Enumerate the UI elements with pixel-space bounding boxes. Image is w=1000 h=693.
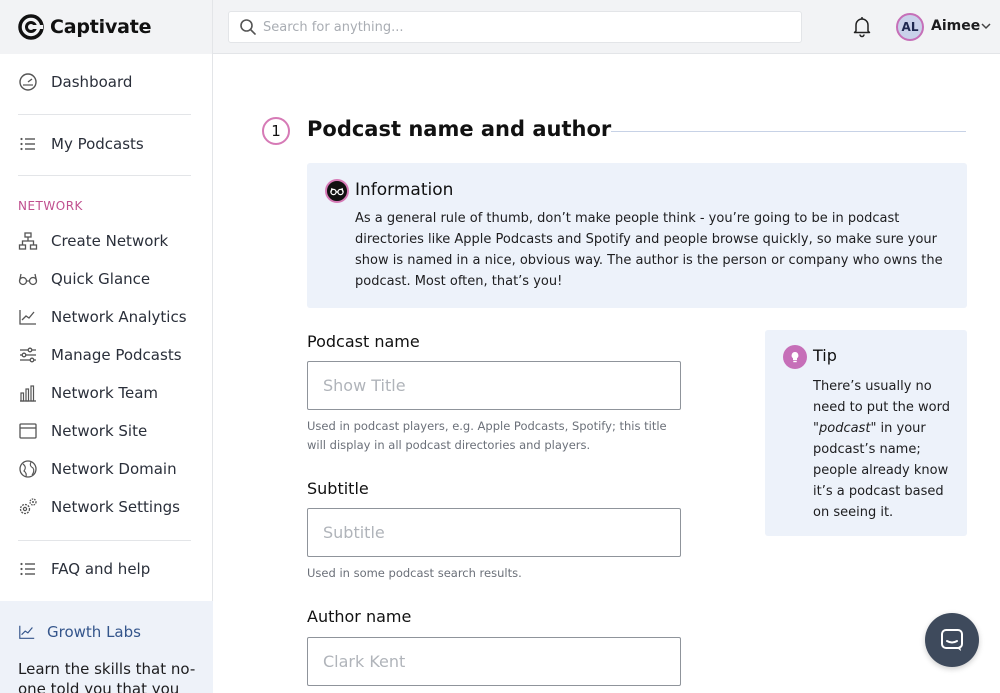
sidebar-item-label: Network Team [51,384,159,402]
sidebar-item-label: Create Network [51,232,169,250]
podcast-name-input[interactable] [307,361,681,410]
chat-launcher-button[interactable] [925,613,979,667]
globe-icon [19,460,37,478]
sidebar-item-label: Dashboard [51,73,133,91]
search-input[interactable] [263,19,783,35]
avatar-initials: AL [901,20,919,34]
chat-icon [941,629,963,651]
sliders-icon [20,347,36,363]
browser-window-icon [19,423,37,439]
sidebar-item-label: Network Settings [51,498,180,516]
gears-icon [19,498,37,515]
brand[interactable]: Captivate [0,0,213,54]
top-bar: Captivate AL Aimee [0,0,1000,54]
main-content: 1 Podcast name and author Information As… [214,55,1000,693]
bar-chart-icon [20,385,36,402]
podcast-name-label: Podcast name [307,332,420,351]
sidebar-item-network-analytics[interactable]: Network Analytics [18,307,187,327]
tip-panel: Tip There’s usually no need to put the w… [765,330,967,536]
section-label-network: NETWORK [18,199,83,213]
chart-line-icon [19,625,35,639]
search-bar[interactable] [228,11,802,43]
sidebar-item-faq[interactable]: FAQ and help [18,559,150,579]
sidebar-item-create-network[interactable]: Create Network [18,231,168,251]
chevron-down-icon[interactable] [980,20,992,32]
sitemap-icon [18,232,38,250]
tip-text: There’s usually no need to put the word … [813,376,958,523]
sidebar-divider [18,540,191,541]
sidebar-item-manage-podcasts[interactable]: Manage Podcasts [18,345,182,365]
glasses-icon [18,273,38,286]
subtitle-help: Used in some podcast search results. [307,566,522,580]
sidebar-item-label: Manage Podcasts [51,346,182,364]
author-name-label: Author name [307,607,412,626]
sidebar-item-dashboard[interactable]: Dashboard [18,72,132,92]
author-name-input[interactable] [307,637,681,686]
glasses-icon [325,179,349,203]
growth-labs-panel[interactable]: Growth Labs Learn the skills that no-one… [0,601,213,693]
sidebar-divider [18,114,191,115]
sidebar-item-quick-glance[interactable]: Quick Glance [18,269,150,289]
step-number: 1 [271,122,281,140]
sidebar-item-label: Quick Glance [51,270,151,288]
tip-title: Tip [813,346,837,365]
user-name[interactable]: Aimee [931,18,980,34]
step-number-badge: 1 [262,117,290,145]
captivate-logo-icon [18,14,44,40]
tip-text-emphasis: podcast [818,421,871,436]
information-title: Information [355,180,454,200]
growth-labs-text: Learn the skills that no-one told you th… [18,660,196,693]
brand-name: Captivate [50,16,152,38]
sidebar-item-label: Network Domain [51,460,177,478]
user-avatar[interactable]: AL [896,13,924,41]
information-text: As a general rule of thumb, don’t make p… [355,211,943,289]
information-panel: Information As a general rule of thumb, … [307,163,967,308]
sidebar-item-network-team[interactable]: Network Team [18,383,158,403]
growth-labs-title[interactable]: Growth Labs [18,623,141,641]
chart-line-icon [19,310,36,325]
subtitle-label: Subtitle [307,479,369,498]
podcast-name-help: Used in podcast players, e.g. Apple Podc… [307,419,667,452]
speedometer-icon [19,73,37,91]
list-icon [20,562,35,576]
sidebar-item-network-domain[interactable]: Network Domain [18,459,177,479]
sidebar-divider [18,175,191,176]
list-icon [20,137,35,151]
subtitle-input[interactable] [307,508,681,557]
notifications-bell-icon[interactable] [850,14,874,38]
sidebar-item-my-podcasts[interactable]: My Podcasts [18,134,144,154]
sidebar-item-label: FAQ and help [51,560,151,578]
sidebar-item-label: Network Site [51,422,148,440]
search-icon [240,19,256,35]
section-title: Podcast name and author [307,117,612,141]
sidebar-item-network-site[interactable]: Network Site [18,421,147,441]
sidebar: Dashboard My Podcasts NETWORK Create Net… [0,54,213,693]
section-title-rule [611,131,966,132]
lightbulb-icon [783,345,807,369]
sidebar-item-label: My Podcasts [51,135,144,153]
sidebar-item-network-settings[interactable]: Network Settings [18,497,180,517]
sidebar-item-label: Network Analytics [51,308,187,326]
growth-labs-label: Growth Labs [47,623,141,641]
